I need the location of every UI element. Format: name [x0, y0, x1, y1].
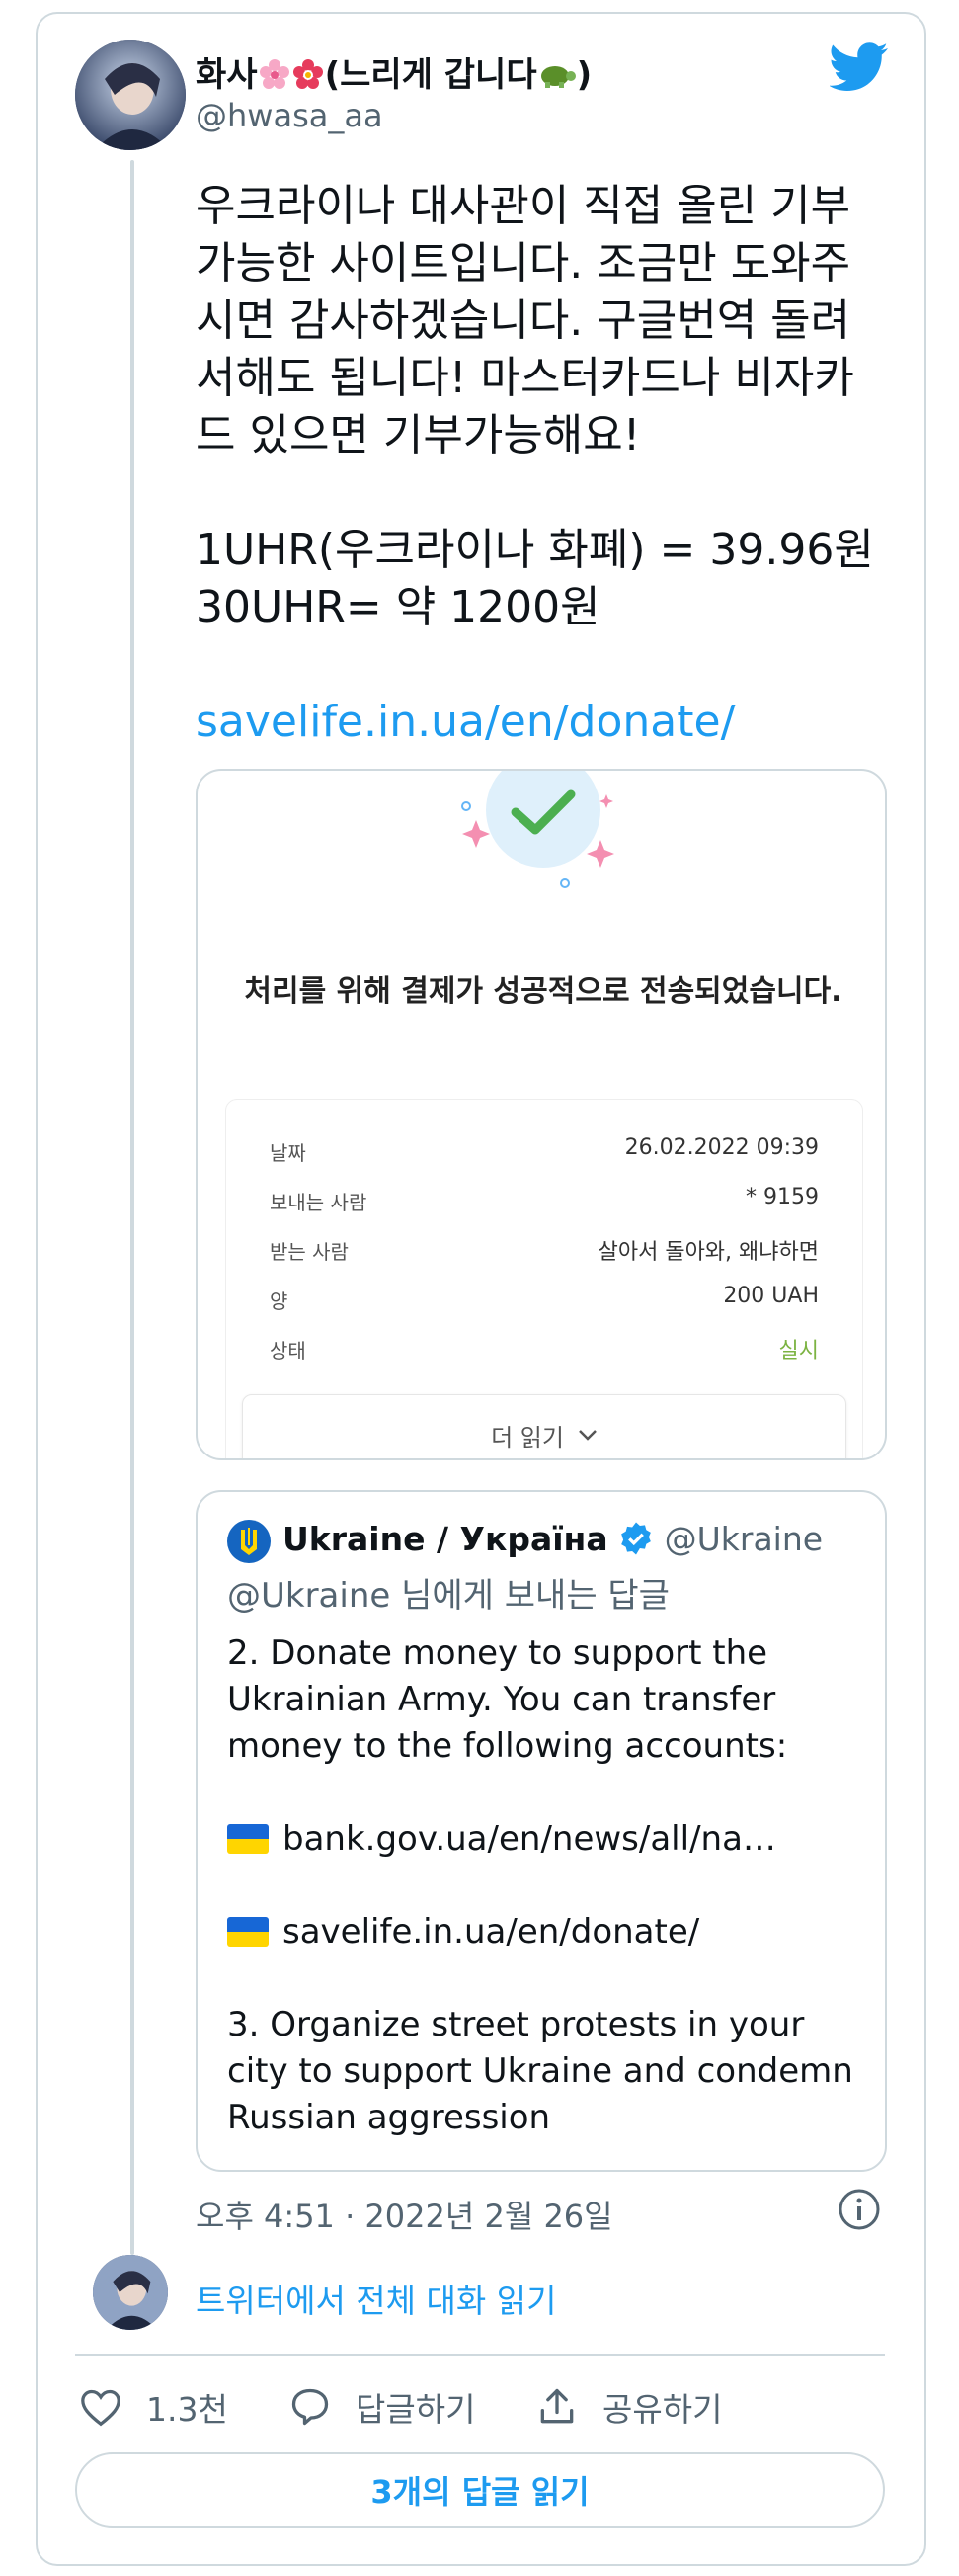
info-icon[interactable]	[838, 2188, 881, 2231]
quoted-paragraph: 2. Donate money to support the Ukrainian…	[227, 1633, 788, 1766]
author-handle[interactable]: @hwasa_aa	[196, 97, 383, 134]
flower-icon	[291, 55, 325, 95]
row-value: 200 UAH	[723, 1284, 819, 1308]
read-more-label: 더 읽기	[491, 1423, 564, 1452]
share-button[interactable]: 공유하기	[535, 2379, 722, 2435]
row-value: * 9159	[746, 1185, 819, 1209]
twitter-bird-icon[interactable]	[829, 42, 889, 93]
read-more-button[interactable]: 더 읽기	[242, 1394, 846, 1458]
quoted-link[interactable]: bank.gov.ua/en/news/all/na…	[282, 1819, 776, 1859]
verified-badge-icon	[621, 1522, 651, 1555]
author-name-text: 화사	[196, 55, 258, 95]
quoted-author-name: Ukraine / Україна	[282, 1520, 608, 1558]
payment-success-message: 처리를 위해 결제가 성공적으로 전송되었습니다.	[244, 974, 842, 1009]
status-value: 실시	[778, 1339, 819, 1364]
ukraine-flag-icon	[227, 1917, 269, 1947]
thread-line	[130, 160, 134, 2255]
ukraine-emblem-icon	[227, 1520, 271, 1563]
tweet-body: 우크라이나 대사관이 직접 올린 기부 가능한 사이트입니다. 조금만 도와주시…	[196, 178, 887, 751]
donate-link[interactable]: savelife.in.ua/en/donate/	[196, 694, 887, 751]
author-avatar[interactable]	[75, 40, 186, 150]
quoted-author-handle: @Ukraine	[664, 1520, 824, 1558]
quoted-link-line: bank.gov.ua/en/news/all/na…	[227, 1816, 869, 1863]
like-button[interactable]: 1.3천	[79, 2379, 228, 2435]
row-value: 살아서 돌아와, 왜냐하면	[598, 1240, 819, 1265]
author-name-suffix: (느리게 갑니다	[324, 55, 537, 95]
row-value: 26.02.2022 09:39	[624, 1135, 819, 1160]
quoted-paragraph: 3. Organize street protests in your city…	[227, 2005, 853, 2137]
row-label: 날짜	[270, 1141, 306, 1165]
read-conversation-link[interactable]: 트위터에서 전체 대화 읽기	[196, 2275, 556, 2322]
quoted-link[interactable]: savelife.in.ua/en/donate/	[282, 1912, 699, 1952]
read-replies-button[interactable]: 3개의 답글 읽기	[75, 2452, 885, 2528]
divider	[75, 2354, 885, 2356]
share-label: 공유하기	[602, 2390, 723, 2429]
payment-details-table: 날짜 26.02.2022 09:39 보내는 사람 * 9159 받는 사람 …	[225, 1099, 863, 1458]
read-replies-label: 3개의 답글 읽기	[370, 2473, 590, 2511]
share-icon	[540, 2388, 574, 2424]
tweet-timestamp[interactable]: 오후 4:51 · 2022년 2월 26일	[196, 2192, 613, 2237]
reply-label: 답글하기	[356, 2390, 476, 2429]
row-label: 양	[270, 1289, 288, 1313]
reply-icon	[291, 2388, 329, 2426]
quoted-link-line: savelife.in.ua/en/donate/	[227, 1909, 869, 1955]
quoted-author-line: Ukraine / Україна @Ukraine	[282, 1520, 823, 1558]
quoted-tweet[interactable]: Ukraine / Україна @Ukraine @Ukraine 님에게 …	[196, 1490, 887, 2172]
attached-image[interactable]: 처리를 위해 결제가 성공적으로 전송되었습니다. 날짜 26.02.2022 …	[196, 769, 887, 1460]
checkmark-icon	[461, 771, 614, 888]
turtle-icon	[537, 55, 577, 95]
reply-button[interactable]: 답글하기	[288, 2379, 475, 2435]
small-avatar[interactable]	[93, 2255, 168, 2330]
reply-to-label: @Ukraine 님에게 보내는 답글	[227, 1576, 670, 1616]
heart-icon	[81, 2389, 120, 2427]
exchange-rate-line: 30UHR= 약 1200원	[196, 582, 600, 632]
exchange-rate-line: 1UHR(우크라이나 화폐) = 39.96원	[196, 525, 874, 575]
author-name-end: )	[576, 55, 593, 95]
author-name[interactable]: 화사 (느리게 갑니다)	[196, 47, 592, 96]
chevron-down-icon	[579, 1430, 597, 1441]
cherry-blossom-icon	[258, 55, 291, 95]
like-count: 1.3천	[146, 2390, 228, 2429]
tweet-paragraph: 우크라이나 대사관이 직접 올린 기부 가능한 사이트입니다. 조금만 도와주시…	[196, 181, 854, 460]
row-label: 상태	[270, 1339, 306, 1363]
row-label: 보내는 사람	[270, 1191, 367, 1214]
row-label: 받는 사람	[270, 1240, 349, 1264]
ukraine-flag-icon	[227, 1824, 269, 1854]
